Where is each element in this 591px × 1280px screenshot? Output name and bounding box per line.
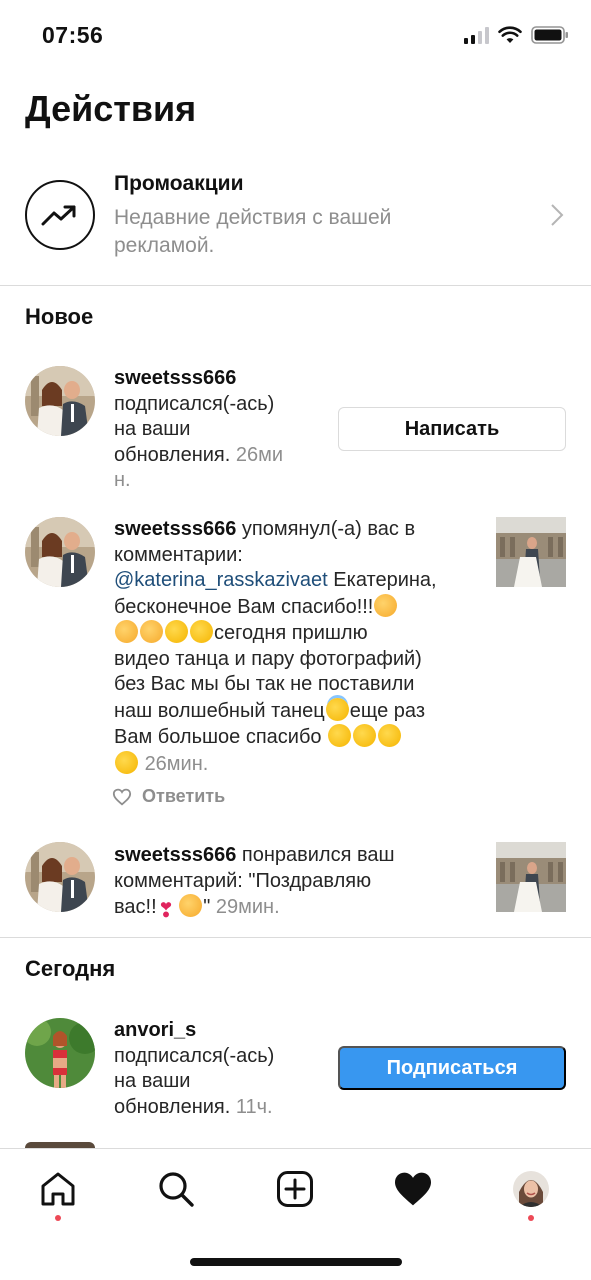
username[interactable]: sweetsss666 [114,518,236,540]
emoji-icon [325,697,349,721]
post-thumbnail[interactable] [496,517,566,587]
notification-dot [528,1215,534,1221]
notification-line: вас!! [114,896,157,918]
notification-text: sweetsss666 понравился ваш комментарий: … [114,843,484,922]
emoji-icon [140,620,163,643]
notification-text: sweetsss666 подписался(-ась) на ваши обн… [114,366,283,494]
notification-text: sweetsss666 упомянул(-а) вас в комментар… [114,517,484,777]
notification-line: видео танца и пару фотографий) [114,647,422,670]
promotions-row[interactable]: Промоакции Недавние действия с вашей рек… [0,160,591,286]
battery-icon [531,26,568,44]
chevron-right-icon [551,204,564,226]
emoji-icon [115,620,138,643]
emoji-icon [374,593,398,617]
emoji-icon [353,724,377,747]
promo-title: Промоакции [114,172,244,195]
home-indicator [190,1258,402,1266]
message-button[interactable]: Написать [338,407,566,451]
cellular-signal-icon [464,26,489,44]
notification-line: понравился ваш [241,844,395,866]
notification-line: бесконечное Вам спасибо!!! [114,595,374,618]
avatar[interactable] [25,366,95,436]
emoji-icon [165,620,188,643]
avatar[interactable] [25,517,95,587]
notification-time: 29мин. [215,896,280,918]
notification-line: сегодня пришлю [214,622,368,644]
follow-button[interactable]: Подписаться [338,1046,566,1090]
home-icon[interactable] [38,1169,78,1209]
emoji-icon [328,724,352,747]
reply-row: Ответить [112,786,225,807]
wifi-icon [498,26,522,43]
like-heart-icon[interactable] [112,788,132,806]
notification-line: наш волшебный танец [114,699,325,722]
notification-line: еще раз [349,699,425,722]
notification-line: без Вас мы бы так не поставили [114,673,415,695]
notification-time: 26мин. [144,752,209,775]
profile-avatar[interactable] [511,1169,551,1209]
trending-up-icon [25,180,95,250]
username[interactable]: sweetsss666 [114,844,236,866]
new-post-icon[interactable] [275,1169,315,1209]
username[interactable]: sweetsss666 [114,367,236,389]
notification-line: упомянул(-а) вас в [241,518,416,540]
notification-line: Екатерина, [333,569,437,591]
post-thumbnail[interactable] [496,842,566,912]
notification-time: 26ми [235,443,284,466]
notification-line: " [203,896,211,918]
reply-button[interactable]: Ответить [142,786,225,807]
emoji-icon [179,894,203,917]
notification-line: на ваши [114,418,191,440]
page-title: Действия [25,88,197,129]
divider [0,285,591,286]
avatar[interactable] [25,1018,95,1088]
section-title-new: Новое [25,304,94,329]
activity-heart-icon[interactable] [393,1169,433,1209]
status-icons [464,26,569,44]
notification-time: 11ч. [235,1095,273,1118]
username[interactable]: anvori_s [114,1019,196,1041]
mention-link[interactable]: @katerina_rasskazivaet [114,569,328,591]
notification-line: подписался(-ась) [114,1044,275,1067]
heart-emoji-icon: ❣ [157,900,175,922]
notification-line: Вам большое спасибо [114,726,322,748]
emoji-icon [190,620,213,643]
emoji-icon [378,724,402,747]
emoji-icon [115,750,138,774]
notification-line: комментарии: [114,543,243,566]
section-title-today: Сегодня [25,956,116,981]
notification-line: комментарий: "Поздравляю [114,869,372,892]
promo-description: Недавние действия с вашей рекламой. [114,206,392,257]
status-time: 07:56 [42,22,104,48]
notification-line: обновления. [114,443,231,466]
notification-time: н. [114,469,131,491]
avatar[interactable] [25,842,95,912]
notification-dot [55,1215,61,1221]
notification-line: обновления. [114,1095,231,1118]
search-icon[interactable] [156,1169,196,1209]
notification-line: на ваши [114,1070,191,1092]
divider [0,937,591,938]
notification-line: подписался(-ась) [114,392,275,415]
status-bar: 07:56 [0,0,591,72]
notification-text: anvori_s подписался(-ась) на ваши обновл… [114,1018,274,1120]
